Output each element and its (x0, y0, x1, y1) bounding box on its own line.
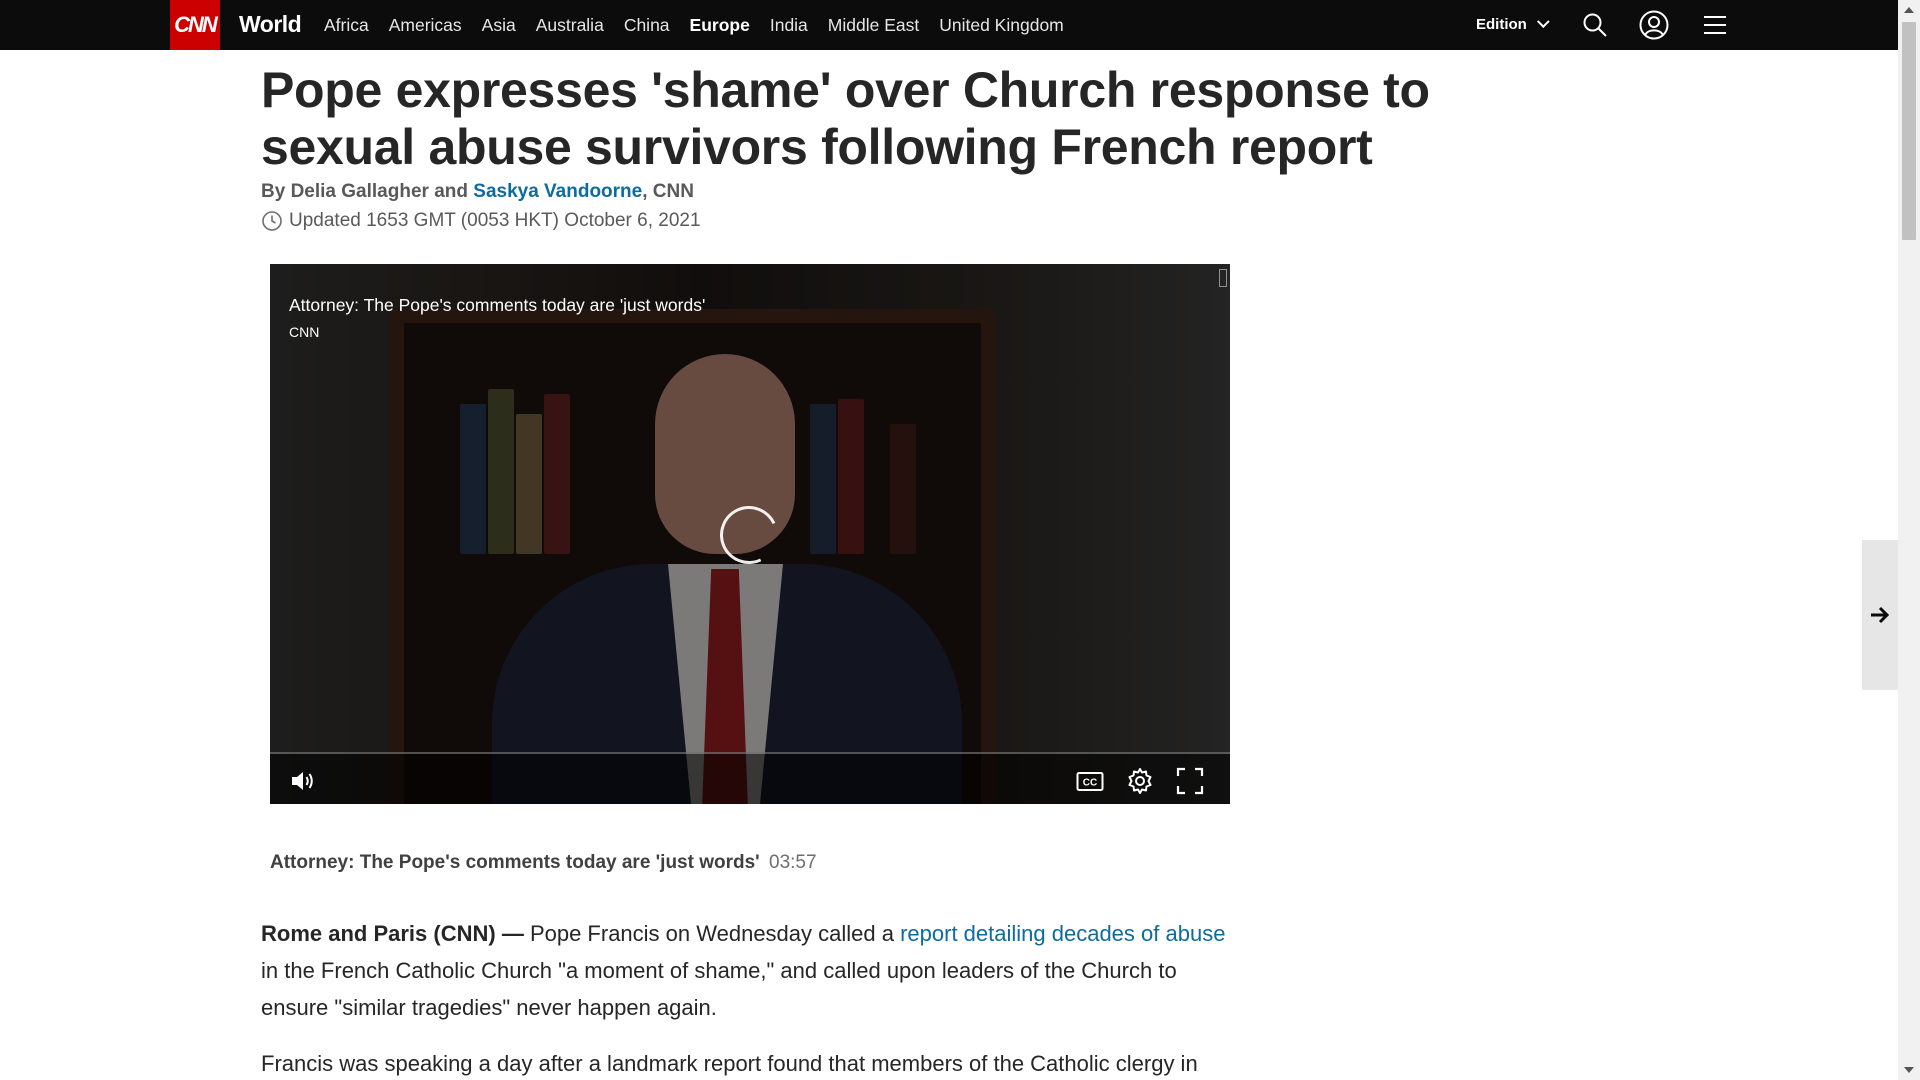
nav-links: Africa Americas Asia Australia China Eur… (324, 0, 1084, 50)
fullscreen-icon[interactable] (1175, 766, 1205, 796)
chevron-down-icon (1536, 15, 1550, 29)
top-nav: CNN World Africa Americas Asia Australia… (0, 0, 1898, 50)
video-caption-title: Attorney: The Pope's comments today are … (270, 852, 760, 873)
svg-text:CC: CC (1083, 778, 1097, 789)
edition-dropdown[interactable]: Edition (1476, 15, 1550, 33)
article-headline: Pope expresses 'shame' over Church respo… (261, 62, 1430, 175)
video-source: CNN (289, 324, 320, 340)
closed-captions-icon[interactable]: CC (1075, 766, 1105, 796)
timestamp: Updated 1653 GMT (0053 HKT) October 6, 2… (261, 210, 701, 232)
byline-conjunction: and (428, 181, 474, 202)
dateline: Rome and Paris (CNN) — (261, 921, 530, 946)
edition-label: Edition (1476, 16, 1527, 33)
search-icon[interactable] (1580, 10, 1610, 40)
account-icon[interactable] (1639, 10, 1669, 40)
paragraph-text: Pope Francis on Wednesday called a (529, 921, 901, 946)
nav-link-australia[interactable]: Australia (536, 15, 604, 36)
author-delia-gallagher: Delia Gallagher (290, 181, 429, 202)
nav-link-africa[interactable]: Africa (324, 15, 369, 36)
nav-link-asia[interactable]: Asia (482, 15, 516, 36)
video-controls: CC (270, 752, 1230, 804)
scrollbar-thumb[interactable] (1902, 22, 1916, 240)
byline-suffix: , CNN (642, 181, 694, 202)
page-scrollbar[interactable] (1898, 0, 1920, 1080)
timestamp-text: Updated 1653 GMT (0053 HKT) October 6, 2… (289, 210, 701, 231)
menu-icon[interactable] (1700, 10, 1730, 40)
scroll-down-arrow-icon[interactable] (1904, 1067, 1914, 1073)
cnn-watermark-icon (1219, 269, 1227, 287)
arrow-right-icon (1871, 606, 1890, 624)
scroll-up-arrow-icon[interactable] (1904, 7, 1914, 13)
volume-icon[interactable] (288, 766, 318, 796)
nav-link-europe[interactable]: Europe (690, 15, 750, 36)
video-caption: Attorney: The Pope's comments today are … (270, 852, 817, 874)
article-paragraph: Rome and Paris (CNN) — Pope Francis on W… (261, 915, 1241, 1026)
author-saskya-vandoorne-link[interactable]: Saskya Vandoorne (473, 181, 642, 202)
report-link[interactable]: report detailing decades of abuse (900, 921, 1225, 946)
section-title[interactable]: World (239, 11, 302, 38)
video-duration: 03:57 (769, 852, 817, 873)
nav-link-americas[interactable]: Americas (389, 15, 462, 36)
cnn-logo[interactable]: CNN (170, 0, 220, 50)
nav-link-united-kingdom[interactable]: United Kingdom (939, 15, 1064, 36)
nav-link-india[interactable]: India (770, 15, 808, 36)
settings-gear-icon[interactable] (1125, 766, 1155, 796)
clock-icon (262, 211, 282, 231)
byline-prefix: By (261, 181, 291, 202)
next-article-button[interactable] (1862, 540, 1898, 690)
video-player[interactable]: Attorney: The Pope's comments today are … (270, 264, 1230, 804)
nav-link-china[interactable]: China (624, 15, 670, 36)
byline: By Delia Gallagher and Saskya Vandoorne,… (261, 181, 694, 203)
article-paragraph: Francis was speaking a day after a landm… (261, 1051, 1198, 1076)
video-title: Attorney: The Pope's comments today are … (289, 295, 706, 315)
paragraph-text: in the French Catholic Church "a moment … (261, 958, 1177, 1020)
nav-link-middle-east[interactable]: Middle East (828, 15, 919, 36)
